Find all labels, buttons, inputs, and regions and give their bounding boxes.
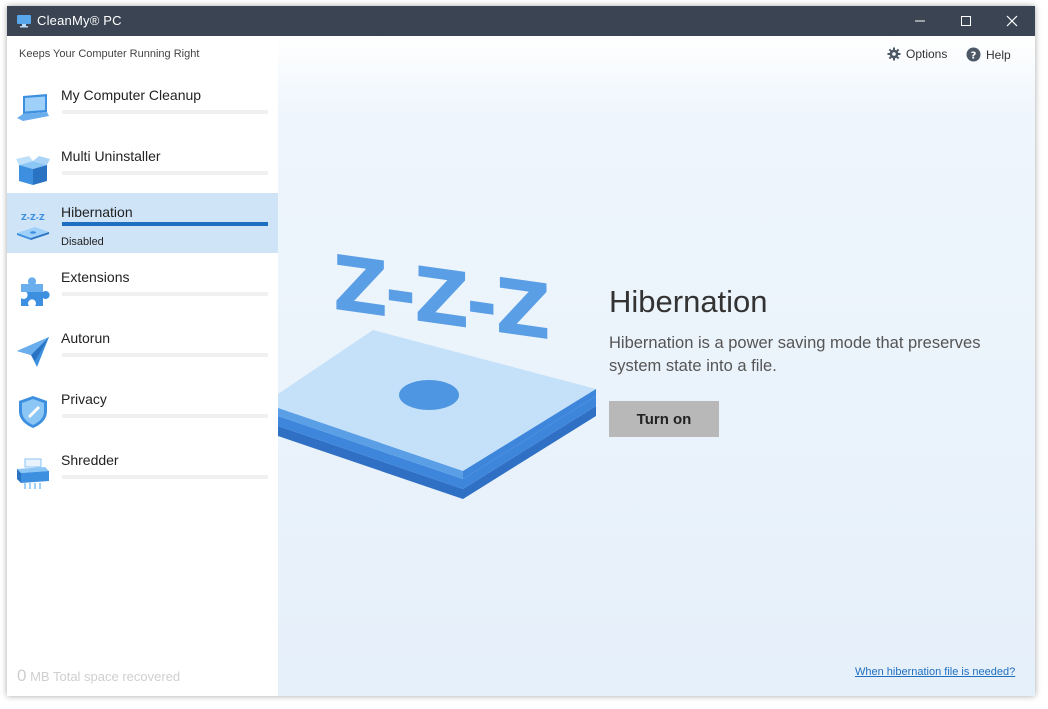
minimize-icon: [915, 20, 925, 22]
help-link[interactable]: ? Help: [966, 47, 1011, 62]
hibernation-illustration: Z-Z-Z: [278, 201, 608, 506]
sidebar: Keeps Your Computer Running Right My Com…: [7, 36, 278, 696]
progress-bar: [62, 353, 268, 357]
shredder-icon: [15, 455, 51, 491]
help-label: Help: [986, 47, 1011, 62]
main-panel: Options ? Help Z-Z-Z Hibernation Hiberna…: [278, 36, 1035, 696]
hibernation-help-link[interactable]: When hibernation file is needed?: [855, 666, 1015, 678]
maximize-button[interactable]: [943, 6, 989, 36]
sidebar-item-hibernation[interactable]: Z-Z-Z Hibernation Disabled: [7, 193, 278, 253]
space-recovered-value: 0: [17, 666, 27, 685]
sidebar-item-autorun[interactable]: Autorun: [7, 319, 278, 379]
feature-description: Hibernation is a power saving mode that …: [609, 334, 981, 375]
box-icon: [15, 151, 51, 187]
app-logo-icon: [16, 14, 32, 33]
progress-bar: [62, 292, 268, 296]
sidebar-item-privacy[interactable]: Privacy: [7, 380, 278, 440]
title-bar[interactable]: CleanMy® PC: [7, 6, 1035, 36]
gear-icon: [887, 47, 901, 61]
laptop-icon: [15, 90, 51, 126]
sidebar-item-label: Hibernation: [61, 204, 133, 220]
app-tagline: Keeps Your Computer Running Right: [19, 48, 200, 60]
progress-bar: [62, 475, 268, 479]
status-text: Disabled: [61, 236, 104, 248]
sidebar-item-my-computer-cleanup[interactable]: My Computer Cleanup: [7, 76, 278, 136]
window-title: CleanMy® PC: [37, 13, 122, 28]
sidebar-item-extensions[interactable]: Extensions: [7, 258, 278, 318]
sidebar-item-label: My Computer Cleanup: [61, 87, 202, 103]
space-recovered: 0 MB Total space recovered: [17, 666, 180, 686]
progress-bar: [62, 110, 268, 114]
app-window: CleanMy® PC Keeps Your Computer Running …: [7, 6, 1035, 696]
sidebar-item-multi-uninstaller[interactable]: Multi Uninstaller: [7, 137, 278, 197]
sidebar-item-shredder[interactable]: Shredder: [7, 441, 278, 501]
sidebar-item-label: Autorun: [61, 330, 111, 346]
svg-text:Z-Z-Z: Z-Z-Z: [21, 213, 45, 222]
space-recovered-label: MB Total space recovered: [30, 669, 181, 684]
progress-bar: [62, 171, 268, 175]
progress-bar-fill: [62, 222, 268, 226]
close-button[interactable]: [989, 6, 1035, 36]
hibernation-icon: Z-Z-Z: [15, 207, 51, 243]
sidebar-item-label: Extensions: [61, 269, 130, 285]
turn-on-button[interactable]: Turn on: [609, 401, 719, 437]
sidebar-item-label: Shredder: [61, 452, 119, 468]
progress-bar: [62, 222, 268, 226]
options-link[interactable]: Options: [887, 47, 947, 61]
maximize-icon: [961, 16, 971, 26]
feature-title: Hibernation: [609, 284, 768, 319]
svg-text:?: ?: [971, 51, 977, 62]
help-icon: ?: [966, 47, 981, 62]
sidebar-item-label: Multi Uninstaller: [61, 148, 161, 164]
sidebar-item-label: Privacy: [61, 391, 107, 407]
progress-bar: [62, 414, 268, 418]
minimize-button[interactable]: [897, 6, 943, 36]
close-icon: [1006, 15, 1018, 27]
options-label: Options: [906, 47, 948, 61]
paper-plane-icon: [15, 333, 51, 369]
puzzle-icon: [15, 272, 51, 308]
shield-icon: [15, 394, 51, 430]
